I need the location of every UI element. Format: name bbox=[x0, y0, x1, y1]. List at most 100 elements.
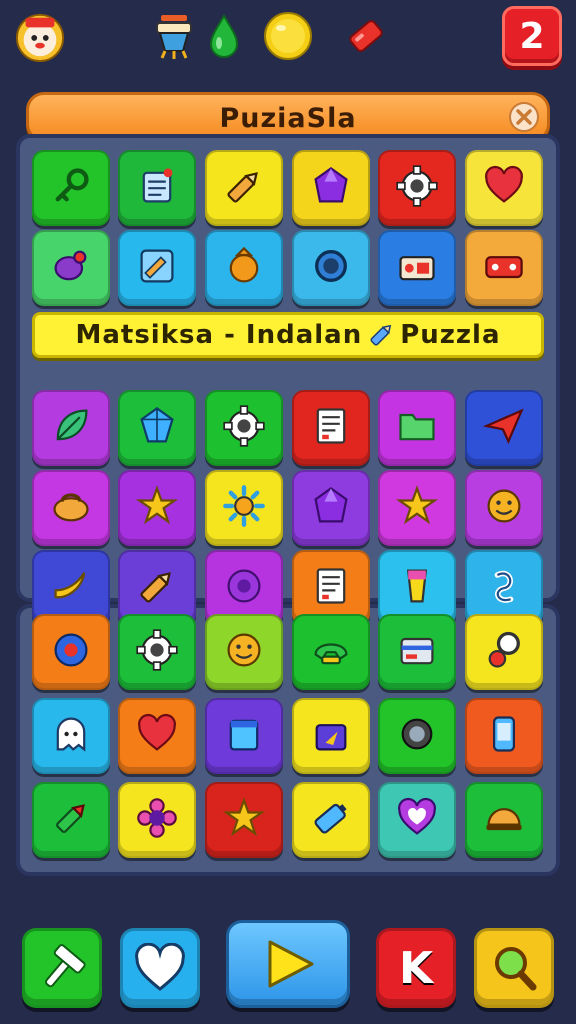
game-title: PuziaSla bbox=[219, 103, 357, 134]
purse-icon bbox=[49, 484, 93, 532]
top-tile-0-1[interactable] bbox=[118, 150, 196, 226]
search-button[interactable] bbox=[474, 928, 554, 1008]
pencil-icon bbox=[370, 324, 392, 346]
cat-face-icon bbox=[15, 13, 65, 62]
banner-text-2: Puzzla bbox=[400, 320, 501, 350]
level-badge[interactable]: 2 bbox=[502, 6, 562, 66]
ghost-icon bbox=[49, 712, 93, 760]
top-tile-1-5[interactable] bbox=[465, 230, 543, 306]
avatar[interactable] bbox=[14, 10, 66, 62]
bottom-tile-1-2[interactable] bbox=[205, 698, 283, 774]
magnifier-icon bbox=[482, 628, 526, 676]
donut-icon bbox=[49, 628, 93, 676]
folder-icon bbox=[395, 404, 439, 452]
bottom-tile-0-4[interactable] bbox=[378, 614, 456, 690]
sun-icon bbox=[222, 484, 266, 532]
top-tile-1-2[interactable] bbox=[205, 230, 283, 306]
bottom-tile-0-5[interactable] bbox=[465, 614, 543, 690]
star-icon bbox=[222, 796, 266, 844]
battery-icon bbox=[309, 796, 353, 844]
bottom-tile-1-0[interactable] bbox=[32, 698, 110, 774]
top-tile-3-5[interactable] bbox=[465, 470, 543, 546]
green-drop-icon[interactable] bbox=[198, 10, 250, 62]
bottom-tile-1-3[interactable] bbox=[292, 698, 370, 774]
top-tile-1-3[interactable] bbox=[292, 230, 370, 306]
top-tile-0-2[interactable] bbox=[205, 150, 283, 226]
wallet-icon bbox=[395, 628, 439, 676]
star-icon bbox=[135, 484, 179, 532]
pencil-icon bbox=[222, 164, 266, 212]
top-tile-2-5[interactable] bbox=[465, 390, 543, 466]
hammer-icon bbox=[45, 944, 86, 988]
orange-shield-icon bbox=[222, 244, 266, 292]
close-button[interactable] bbox=[509, 102, 539, 132]
blue-gem-icon bbox=[135, 404, 179, 452]
flower-icon bbox=[135, 796, 179, 844]
play-button[interactable] bbox=[226, 920, 350, 1008]
top-tile-2-1[interactable] bbox=[118, 390, 196, 466]
top-tile-2-0[interactable] bbox=[32, 390, 110, 466]
bottom-tile-0-3[interactable] bbox=[292, 614, 370, 690]
top-tile-1-1[interactable] bbox=[118, 230, 196, 306]
bottom-tile-2-5[interactable] bbox=[465, 782, 543, 858]
knot-icon bbox=[482, 564, 526, 612]
ticket-icon bbox=[482, 244, 526, 292]
key-icon bbox=[49, 164, 93, 212]
heart-icon bbox=[135, 712, 179, 760]
bottom-tile-0-2[interactable] bbox=[205, 614, 283, 690]
gold-coin-icon[interactable] bbox=[262, 10, 314, 62]
top-tile-0-5[interactable] bbox=[465, 150, 543, 226]
close-icon bbox=[516, 109, 532, 125]
cooking-pot-icon[interactable] bbox=[148, 10, 200, 62]
top-tile-3-0[interactable] bbox=[32, 470, 110, 546]
top-tile-0-4[interactable] bbox=[378, 150, 456, 226]
document-icon bbox=[309, 404, 353, 452]
top-tile-3-1[interactable] bbox=[118, 470, 196, 546]
puzzle-banner: Matsiksa - Indalan Puzzla bbox=[32, 312, 544, 358]
bottom-tile-0-1[interactable] bbox=[118, 614, 196, 690]
top-tile-1-0[interactable] bbox=[32, 230, 110, 306]
heart-icon bbox=[482, 164, 526, 212]
top-bar: 2 bbox=[0, 0, 576, 80]
purple-button-icon bbox=[222, 564, 266, 612]
top-tile-2-2[interactable] bbox=[205, 390, 283, 466]
fish-icon bbox=[49, 244, 93, 292]
ring-icon bbox=[309, 244, 353, 292]
top-tile-2-3[interactable] bbox=[292, 390, 370, 466]
top-tile-3-2[interactable] bbox=[205, 470, 283, 546]
bottom-tile-2-0[interactable] bbox=[32, 782, 110, 858]
play-icon bbox=[268, 940, 314, 988]
top-tile-1-4[interactable] bbox=[378, 230, 456, 306]
bottom-tile-1-4[interactable] bbox=[378, 698, 456, 774]
calendar-icon bbox=[222, 712, 266, 760]
top-tile-3-4[interactable] bbox=[378, 470, 456, 546]
search-icon bbox=[495, 947, 537, 991]
bottom-tile-2-4[interactable] bbox=[378, 782, 456, 858]
hammer-button[interactable] bbox=[22, 928, 102, 1008]
helmet-icon bbox=[482, 796, 526, 844]
glass-icon bbox=[395, 564, 439, 612]
top-tile-0-0[interactable] bbox=[32, 150, 110, 226]
top-tile-3-3[interactable] bbox=[292, 470, 370, 546]
marker-icon bbox=[49, 796, 93, 844]
phone-icon bbox=[309, 628, 353, 676]
bag-icon bbox=[309, 712, 353, 760]
heart-button[interactable] bbox=[120, 928, 200, 1008]
smiley-icon bbox=[222, 628, 266, 676]
bottom-tile-1-5[interactable] bbox=[465, 698, 543, 774]
bottom-tile-2-3[interactable] bbox=[292, 782, 370, 858]
bottom-tile-2-2[interactable] bbox=[205, 782, 283, 858]
bottom-tile-2-1[interactable] bbox=[118, 782, 196, 858]
bottom-tile-0-0[interactable] bbox=[32, 614, 110, 690]
heart-outline-icon bbox=[395, 796, 439, 844]
red-eraser-icon[interactable] bbox=[340, 10, 392, 62]
k-button[interactable]: K bbox=[376, 928, 456, 1008]
top-tile-2-4[interactable] bbox=[378, 390, 456, 466]
bottom-tile-1-1[interactable] bbox=[118, 698, 196, 774]
purple-gem-icon bbox=[309, 484, 353, 532]
banner-text: Matsiksa - Indalan bbox=[75, 320, 363, 350]
star-icon bbox=[395, 484, 439, 532]
gear-icon bbox=[135, 628, 179, 676]
top-tile-0-3[interactable] bbox=[292, 150, 370, 226]
purple-gem-icon bbox=[309, 164, 353, 212]
